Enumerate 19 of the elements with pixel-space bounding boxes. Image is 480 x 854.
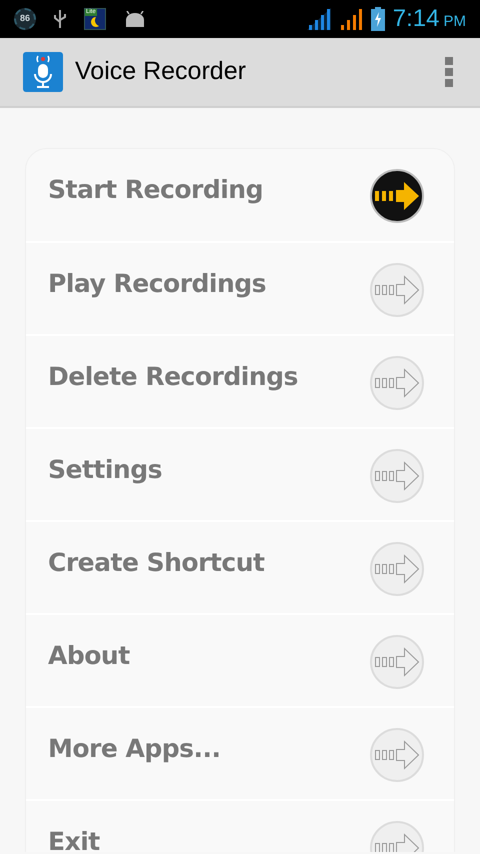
clock-meridiem: PM — [444, 12, 466, 32]
battery-percent-icon: 86 — [14, 8, 36, 30]
clock-time: 7:14 — [392, 4, 440, 34]
menu-item[interactable]: Settings — [48, 451, 162, 488]
arrow-button[interactable] — [370, 169, 424, 223]
battery-charging-icon — [370, 7, 385, 31]
menu-item[interactable]: Start Recording — [48, 171, 263, 208]
menu-item[interactable]: More Apps... — [48, 730, 221, 768]
microphone-app-icon — [23, 52, 63, 92]
app-title: Voice Recorder — [75, 56, 246, 88]
menu-item[interactable]: Delete Recordings — [48, 358, 298, 396]
menu-item[interactable]: About — [48, 637, 130, 674]
signal-icon — [306, 8, 331, 30]
menu-item[interactable]: Play Recordings — [48, 265, 266, 302]
signal-icon — [338, 8, 363, 30]
usb-icon — [54, 9, 66, 29]
android-icon — [124, 11, 146, 27]
menu-item[interactable]: Exit — [48, 823, 100, 852]
menu-item[interactable]: Create Shortcut — [48, 544, 264, 582]
